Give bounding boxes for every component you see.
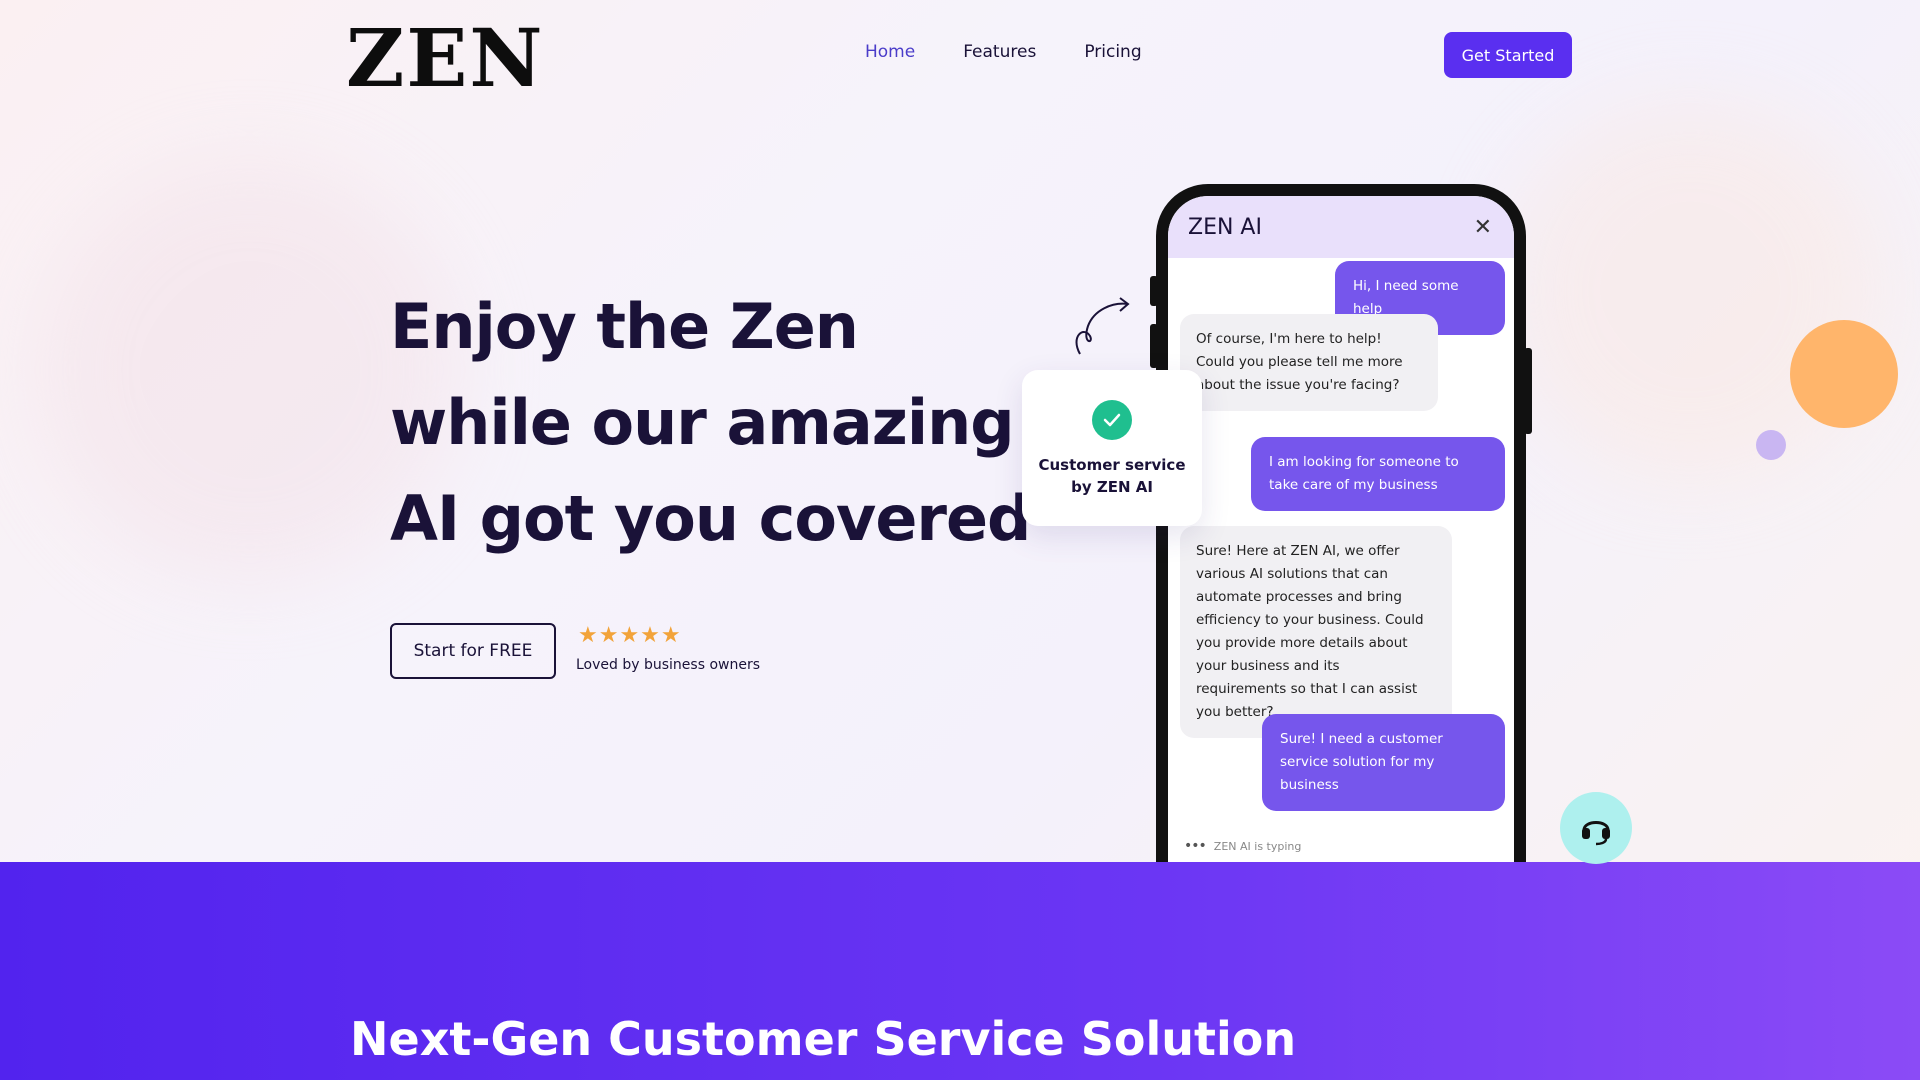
section-title: Next-Gen Customer Service Solution: [350, 1012, 1297, 1066]
curved-arrow-icon: [1075, 297, 1130, 355]
rating-stars: ★★★★★: [578, 623, 682, 648]
nav-home[interactable]: Home: [865, 42, 915, 62]
check-circle-icon: [1092, 400, 1132, 440]
zen-logo[interactable]: ZEN: [346, 16, 546, 96]
get-started-button[interactable]: Get Started: [1444, 32, 1572, 78]
hero-headline-line-1: Enjoy the Zen: [390, 290, 859, 363]
phone-side-button: [1150, 324, 1158, 368]
typing-text: ZEN AI is typing: [1213, 839, 1302, 853]
main-nav: Home Features Pricing: [865, 42, 1142, 62]
start-free-button[interactable]: Start for FREE: [390, 623, 556, 679]
chat-header: ZEN AI ✕: [1168, 196, 1514, 258]
decorative-purple-circle: [1756, 430, 1786, 460]
customer-service-label: Customer service by ZEN AI: [1038, 456, 1186, 496]
close-icon[interactable]: ✕: [1474, 215, 1492, 240]
support-chat-button[interactable]: [1560, 792, 1632, 864]
nav-features[interactable]: Features: [963, 42, 1036, 62]
hero-headline-line-3: AI got you covered: [390, 482, 1031, 555]
customer-service-card: Customer service by ZEN AI: [1022, 370, 1202, 526]
chat-message-user: I am looking for someone to take care of…: [1251, 437, 1505, 511]
phone-power-button: [1524, 348, 1532, 434]
decorative-orange-circle: [1790, 320, 1898, 428]
chat-message-user: Sure! I need a customer service solution…: [1262, 714, 1505, 811]
rating-caption: Loved by business owners: [576, 657, 760, 673]
typing-indicator: ••• ZEN AI is typing: [1184, 838, 1301, 854]
chat-screen: ZEN AI ✕ Hi, I need some help Of course,…: [1168, 196, 1514, 930]
chat-title: ZEN AI: [1188, 214, 1262, 240]
phone-side-button: [1150, 276, 1158, 306]
nav-pricing[interactable]: Pricing: [1084, 42, 1141, 62]
svg-text:ZEN: ZEN: [346, 16, 545, 96]
typing-dots-icon: •••: [1184, 838, 1207, 854]
headset-icon: [1582, 821, 1610, 846]
phone-mockup: ZEN AI ✕ Hi, I need some help Of course,…: [1150, 184, 1532, 942]
hero-headline-line-2: while our amazing: [390, 386, 1015, 459]
chat-message-bot: Of course, I'm here to help! Could you p…: [1180, 314, 1438, 411]
chat-message-bot: Sure! Here at ZEN AI, we offer various A…: [1180, 526, 1452, 738]
